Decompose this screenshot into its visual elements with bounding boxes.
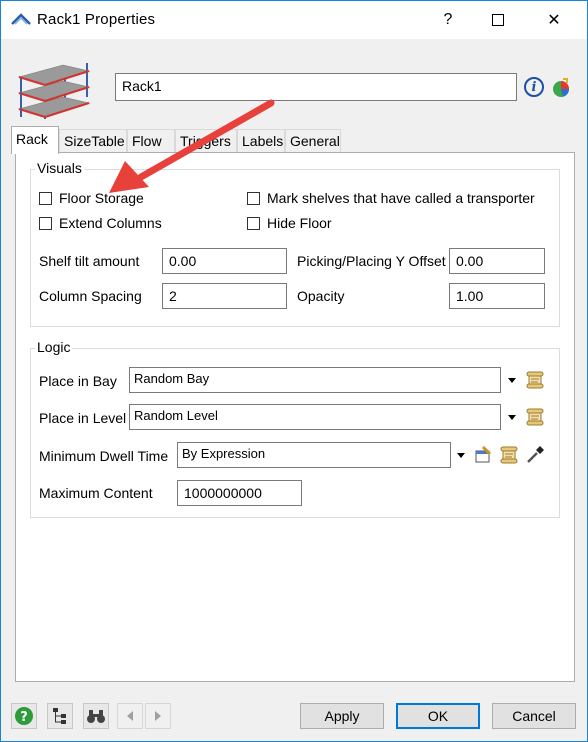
chevron-down-icon[interactable] [507, 375, 517, 385]
close-icon: ✕ [547, 12, 561, 29]
object-name-input[interactable]: Rack1 [115, 73, 517, 101]
arrow-right-icon [155, 711, 161, 721]
cancel-button[interactable]: Cancel [492, 703, 576, 729]
tab-rack[interactable]: Rack [11, 126, 59, 154]
statistics-pie-icon[interactable] [550, 77, 572, 99]
min-dwell-label: Minimum Dwell Time [39, 448, 169, 464]
info-icon[interactable]: i [524, 77, 544, 97]
close-button[interactable]: ✕ [531, 1, 577, 39]
floor-storage-label: Floor Storage [59, 190, 144, 206]
title-bar[interactable]: Rack1 Properties ? ✕ [1, 1, 587, 39]
help-circle-icon: ? [15, 707, 33, 725]
tree-view-button[interactable] [47, 703, 73, 729]
logic-legend: Logic [35, 339, 73, 355]
flexsim-logo-icon [11, 13, 31, 25]
info-glyph: i [531, 79, 537, 95]
shelf-tilt-input[interactable]: 0.00 [162, 248, 287, 274]
properties-window: Rack1 Properties ? ✕ Rack1 i Rack SizeTa… [0, 0, 588, 742]
visuals-group: Visuals Floor Storage Extend Columns Mar… [30, 160, 560, 327]
mark-shelves-label: Mark shelves that have called a transpor… [267, 190, 535, 206]
column-spacing-label: Column Spacing [39, 288, 142, 304]
picking-offset-label: Picking/Placing Y Offset [297, 253, 446, 269]
arrow-left-icon [127, 711, 133, 721]
rack-tab-panel: Visuals Floor Storage Extend Columns Mar… [15, 152, 575, 682]
min-dwell-dropdown[interactable]: By Expression [177, 442, 451, 468]
hide-floor-checkbox[interactable]: Hide Floor [247, 215, 332, 231]
binoculars-icon [87, 710, 105, 723]
column-spacing-input[interactable]: 2 [162, 283, 287, 309]
chevron-down-icon[interactable] [507, 412, 517, 422]
code-edit-scroll-icon[interactable] [525, 407, 545, 427]
max-content-input[interactable]: 1000000000 [177, 480, 302, 506]
help-glyph: ? [443, 11, 453, 28]
place-in-bay-label: Place in Bay [39, 373, 117, 389]
properties-edit-icon[interactable] [473, 445, 493, 465]
tab-sizetable[interactable]: SizeTable [59, 129, 127, 152]
chevron-down-icon[interactable] [456, 450, 466, 460]
extend-columns-checkbox[interactable]: Extend Columns [39, 215, 162, 231]
hide-floor-label: Hide Floor [267, 215, 332, 231]
code-edit-scroll-icon[interactable] [525, 370, 545, 390]
tab-label: General [290, 133, 340, 149]
tab-label: Labels [242, 133, 284, 149]
help-title-button[interactable]: ? [425, 1, 471, 39]
maximize-icon [492, 14, 504, 26]
ok-button[interactable]: OK [396, 703, 480, 729]
logic-group: Logic Place in Bay Random Bay Place in L… [30, 339, 560, 518]
shelf-tilt-label: Shelf tilt amount [39, 253, 140, 269]
place-in-level-label: Place in Level [39, 410, 127, 426]
tree-icon [53, 708, 66, 724]
place-in-bay-dropdown[interactable]: Random Bay [129, 367, 501, 393]
checkbox-box[interactable] [247, 191, 260, 205]
tab-general[interactable]: General [285, 129, 341, 152]
apply-button[interactable]: Apply [300, 703, 384, 729]
find-object-button[interactable] [83, 703, 109, 729]
eyedropper-icon[interactable] [525, 445, 545, 465]
mark-shelves-checkbox[interactable]: Mark shelves that have called a transpor… [247, 190, 535, 206]
extend-columns-label: Extend Columns [59, 215, 162, 231]
next-button[interactable] [145, 703, 171, 729]
picking-offset-input[interactable]: 0.00 [449, 248, 545, 274]
previous-button[interactable] [117, 703, 143, 729]
tab-flow[interactable]: Flow [127, 129, 175, 152]
window-title: Rack1 Properties [37, 11, 156, 28]
tab-label: Flow [132, 133, 162, 149]
max-content-label: Maximum Content [39, 485, 153, 501]
visuals-legend: Visuals [35, 160, 84, 176]
opacity-label: Opacity [297, 288, 345, 304]
code-edit-scroll-icon[interactable] [499, 445, 519, 465]
place-in-level-dropdown[interactable]: Random Level [129, 404, 501, 430]
tab-label: Triggers [180, 133, 231, 149]
checkbox-box[interactable] [39, 216, 52, 230]
opacity-input[interactable]: 1.00 [449, 283, 545, 309]
rack-preview-icon [17, 63, 91, 119]
maximize-button[interactable] [475, 1, 521, 39]
tab-label: Rack [16, 131, 48, 147]
tab-triggers[interactable]: Triggers [175, 129, 237, 152]
floor-storage-checkbox[interactable]: Floor Storage [39, 190, 144, 206]
checkbox-box[interactable] [39, 191, 52, 205]
tab-labels[interactable]: Labels [237, 129, 285, 152]
tab-label: SizeTable [64, 133, 125, 149]
svg-text:?: ? [20, 710, 28, 725]
help-button[interactable]: ? [11, 703, 37, 729]
checkbox-box[interactable] [247, 216, 260, 230]
